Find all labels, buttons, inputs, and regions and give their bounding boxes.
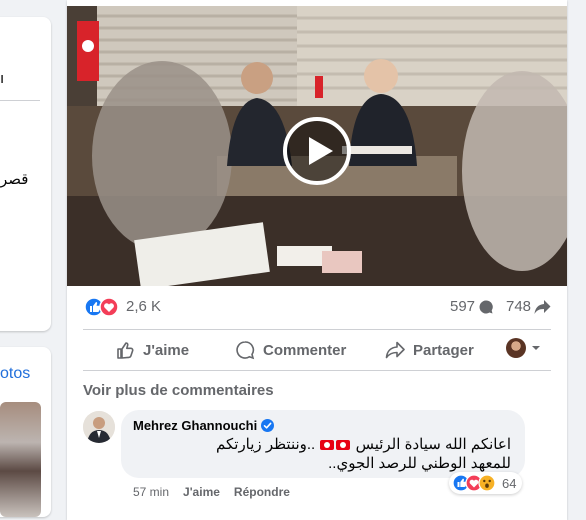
tunisia-flag-icon: [320, 440, 335, 451]
comment-meta: 57 min J'aime Répondre: [133, 485, 290, 499]
comment-author: Mehrez Ghannouchi: [133, 418, 275, 433]
comment-icon: [479, 300, 493, 314]
like-icon: [117, 342, 134, 359]
comment-reply-link[interactable]: Répondre: [234, 485, 290, 499]
play-icon[interactable]: [282, 116, 352, 186]
wow-icon: [478, 474, 496, 492]
post-stats: 2,6 K 597 748: [67, 286, 567, 328]
comment-author-name[interactable]: Mehrez Ghannouchi: [133, 418, 257, 433]
comment-icon: [236, 341, 255, 360]
post-actions-bar: J'aime Commenter Partager: [83, 330, 551, 370]
chevron-down-icon: [532, 346, 540, 350]
photos-link[interactable]: otos: [0, 365, 30, 383]
left-sidebar-card: ı قصر: [0, 17, 51, 331]
photo-thumbnail[interactable]: [0, 402, 41, 517]
comment-button[interactable]: Commenter: [235, 330, 346, 370]
comment-like-link[interactable]: J'aime: [183, 485, 220, 499]
avatar: [506, 338, 526, 358]
reactions-count[interactable]: 2,6 K: [126, 298, 161, 315]
left-text-fragment: ı: [0, 70, 5, 87]
reactions-summary[interactable]: [84, 297, 124, 317]
comments-count[interactable]: 597: [450, 298, 475, 315]
comment-text-part1: اعانكم الله سيادة الرئيس: [355, 436, 511, 453]
comment-reaction-icons: [452, 474, 496, 492]
comment-reaction-count: 64: [502, 475, 517, 491]
like-button[interactable]: J'aime: [115, 330, 189, 370]
love-icon: [99, 297, 119, 317]
share-button-label: Partager: [413, 341, 474, 359]
share-icon: [534, 300, 551, 314]
like-button-label: J'aime: [143, 341, 190, 359]
verified-icon: [261, 419, 275, 432]
photos-card: otos: [0, 347, 51, 517]
comment-button-label: Commenter: [263, 341, 347, 359]
left-text-fragment-arabic[interactable]: قصر: [0, 170, 28, 188]
share-icon: [385, 341, 405, 359]
divider: [0, 100, 40, 101]
comment-timestamp[interactable]: 57 min: [133, 485, 169, 499]
shares-count[interactable]: 748: [506, 298, 531, 315]
post-card: 2,6 K 597 748 J'aime Commenter Partager …: [67, 0, 567, 520]
avatar: [83, 411, 115, 443]
divider: [83, 370, 551, 371]
post-as-selector[interactable]: [506, 338, 541, 358]
video-player[interactable]: [67, 6, 567, 286]
comment-bubble: Mehrez Ghannouchi اعانكم الله سيادة الرئ…: [121, 410, 525, 478]
share-button[interactable]: Partager: [385, 330, 474, 370]
tunisia-flag-icon: [336, 440, 351, 451]
comment-reactions[interactable]: 64: [449, 472, 523, 494]
comment-text: اعانكم الله سيادة الرئيس ..وننتظر زيارتك…: [181, 435, 511, 473]
comment-author-avatar[interactable]: [83, 411, 115, 443]
view-more-comments-link[interactable]: Voir plus de commentaires: [83, 382, 274, 399]
